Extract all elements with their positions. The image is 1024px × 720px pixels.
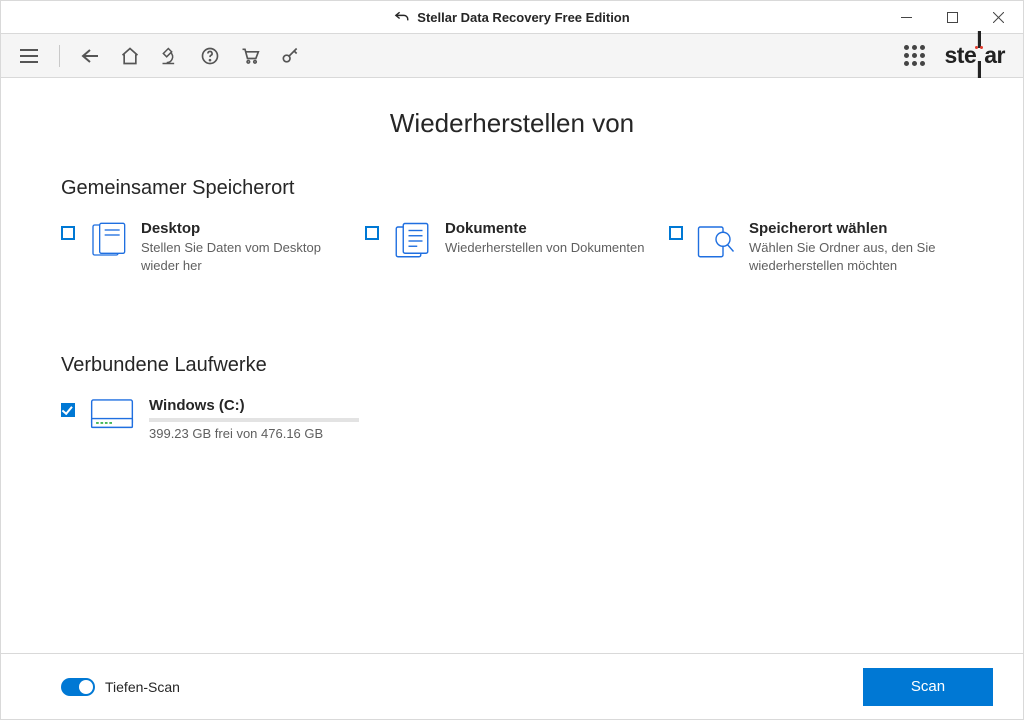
location-subtitle: Wählen Sie Ordner aus, den Sie wiederher… bbox=[749, 239, 959, 274]
toggle-knob bbox=[79, 680, 93, 694]
location-title: Desktop bbox=[141, 220, 351, 237]
checkbox-choose[interactable] bbox=[669, 226, 683, 240]
app-window: Stellar Data Recovery Free Edition bbox=[0, 0, 1024, 720]
titlebar: Stellar Data Recovery Free Edition bbox=[1, 1, 1023, 34]
drives-list: Windows (C:) 399.23 GB frei von 476.16 G… bbox=[61, 397, 963, 441]
drive-item[interactable]: Windows (C:) 399.23 GB frei von 476.16 G… bbox=[61, 397, 963, 441]
checkbox-drive-c[interactable] bbox=[61, 403, 75, 417]
hard-drive-icon bbox=[89, 397, 135, 433]
folder-search-icon bbox=[695, 220, 737, 262]
connected-drives-heading: Verbundene Laufwerke bbox=[61, 354, 963, 377]
apps-grid-icon[interactable] bbox=[905, 46, 925, 66]
footer: Tiefen-Scan Scan bbox=[1, 653, 1023, 719]
location-title: Dokumente bbox=[445, 220, 644, 237]
drive-name: Windows (C:) bbox=[149, 397, 369, 414]
common-locations-heading: Gemeinsamer Speicherort bbox=[61, 177, 963, 200]
toolbar: stellar bbox=[1, 34, 1023, 78]
drive-usage-bar bbox=[149, 418, 359, 422]
location-subtitle: Wiederherstellen von Dokumenten bbox=[445, 239, 644, 257]
menu-icon[interactable] bbox=[19, 46, 39, 66]
microscope-icon[interactable] bbox=[160, 46, 180, 66]
drive-free-text: 399.23 GB frei von 476.16 GB bbox=[149, 426, 369, 441]
checkbox-desktop[interactable] bbox=[61, 226, 75, 240]
checkbox-documents[interactable] bbox=[365, 226, 379, 240]
location-documents[interactable]: Dokumente Wiederherstellen von Dokumente… bbox=[365, 220, 659, 274]
deep-scan-toggle[interactable]: Tiefen-Scan bbox=[61, 678, 180, 696]
main-area: Wiederherstellen von Gemeinsamer Speiche… bbox=[1, 78, 1023, 653]
scan-button[interactable]: Scan bbox=[863, 668, 993, 706]
location-title: Speicherort wählen bbox=[749, 220, 959, 237]
brand-logo: stellar bbox=[945, 27, 1006, 84]
undo-icon bbox=[394, 10, 409, 25]
location-subtitle: Stellen Sie Daten vom Desktop wieder her bbox=[141, 239, 351, 274]
toolbar-separator bbox=[59, 45, 60, 67]
window-title-wrap: Stellar Data Recovery Free Edition bbox=[0, 10, 1024, 25]
common-locations: Desktop Stellen Sie Daten vom Desktop wi… bbox=[61, 220, 963, 274]
desktop-icon bbox=[87, 220, 129, 262]
documents-icon bbox=[391, 220, 433, 262]
location-choose[interactable]: Speicherort wählen Wählen Sie Ordner aus… bbox=[669, 220, 963, 274]
help-icon[interactable] bbox=[200, 46, 220, 66]
key-icon[interactable] bbox=[280, 46, 300, 66]
page-title: Wiederherstellen von bbox=[61, 108, 963, 139]
window-title: Stellar Data Recovery Free Edition bbox=[417, 10, 629, 25]
home-icon[interactable] bbox=[120, 46, 140, 66]
cart-icon[interactable] bbox=[240, 46, 260, 66]
location-desktop[interactable]: Desktop Stellen Sie Daten vom Desktop wi… bbox=[61, 220, 355, 274]
deep-scan-label: Tiefen-Scan bbox=[105, 679, 180, 695]
toggle-track bbox=[61, 678, 95, 696]
back-icon[interactable] bbox=[80, 46, 100, 66]
